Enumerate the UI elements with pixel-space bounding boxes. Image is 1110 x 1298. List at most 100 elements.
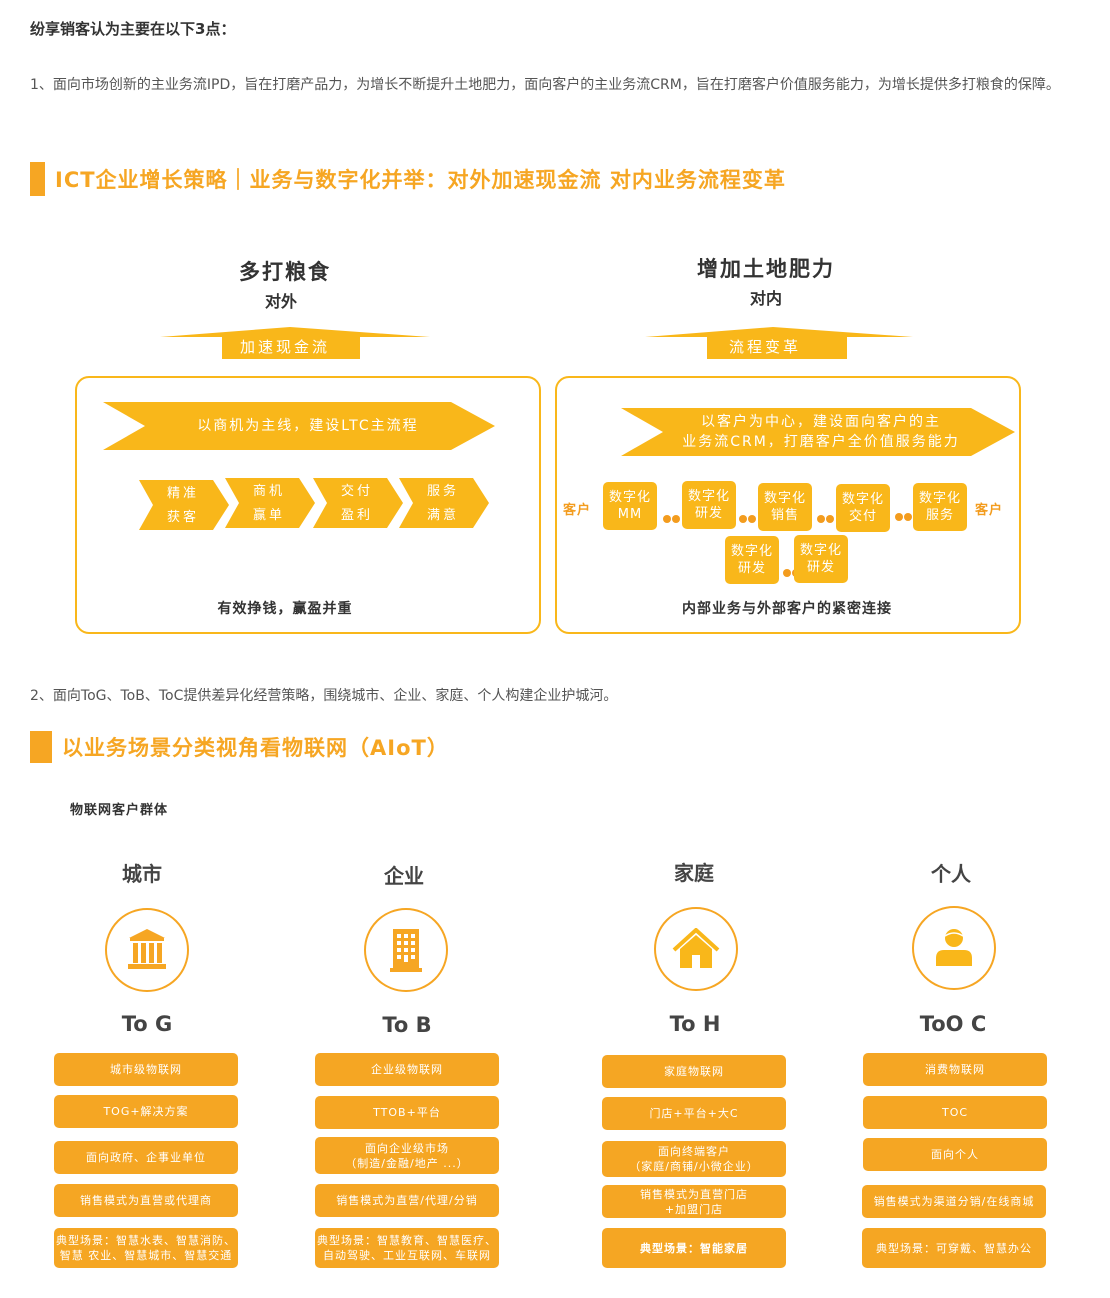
group-code-tob: To B xyxy=(382,1013,432,1037)
section-2-title: 以业务场景分类视角看物联网（AIoT） xyxy=(30,731,449,763)
info-box-line: 门店+平台+大C xyxy=(649,1107,739,1120)
box-line-2: 交付 xyxy=(848,509,877,524)
group-icon-circle xyxy=(364,908,448,992)
iot-customer-groups-label: 物联网客户群体 xyxy=(70,803,169,818)
step-chevron: 服务 满意 xyxy=(399,478,489,528)
info-box-line: 面向终端客户 xyxy=(658,1145,730,1158)
digital-box: 数字化 交付 xyxy=(836,484,890,532)
left-heading-sub: 对外 xyxy=(264,292,297,311)
info-box-line: 销售模式为直营或代理商 xyxy=(80,1194,212,1207)
section-1-title: ICT企业增长策略｜业务与数字化并举：对外加速现金流 对内业务流程变革 xyxy=(30,162,786,196)
ltc-panel: 以商机为主线，建设LTC主流程 精准 获客 商机 赢单 交付 盈利 服务 满意 有效挣钱… xyxy=(75,376,541,634)
connector-dots xyxy=(663,508,683,523)
info-box-line: 企业级物联网 xyxy=(371,1063,443,1076)
left-heading: 多打粮食 对外 xyxy=(185,256,385,312)
info-box-line: 家庭物联网 xyxy=(664,1065,724,1078)
info-box-line: 城市级物联网 xyxy=(110,1063,182,1076)
info-box: 企业级物联网 xyxy=(315,1053,499,1086)
government-building-icon xyxy=(128,929,166,969)
section-2-title-text: 以业务场景分类视角看物联网（AIoT） xyxy=(62,736,449,760)
step-line-1: 精准 xyxy=(166,486,199,501)
box-line-1: 数字化 xyxy=(918,491,961,506)
box-line-1: 数字化 xyxy=(841,492,884,507)
info-box-line: 销售模式为直营门店 xyxy=(640,1187,748,1201)
info-box: 销售模式为直营门店 +加盟门店 xyxy=(602,1185,786,1218)
group-icon-circle xyxy=(105,908,189,992)
info-box-line: TTOB+平台 xyxy=(373,1106,441,1119)
box-line-2: 销售 xyxy=(770,508,799,523)
info-box-line: 典型场景：智慧水表、智慧消防、 xyxy=(56,1234,236,1247)
info-box-line: 典型场景：智慧教育、智慧医疗、 xyxy=(317,1234,497,1247)
info-box: 典型场景：可穿戴、智慧办公 xyxy=(862,1228,1046,1268)
section-1-title-text: ICT企业增长策略｜业务与数字化并举：对外加速现金流 对内业务流程变革 xyxy=(55,168,786,192)
step-chevron: 交付 盈利 xyxy=(313,478,403,528)
info-box: TTOB+平台 xyxy=(315,1096,499,1129)
digital-box: 数字化 MM xyxy=(603,482,657,530)
home-icon xyxy=(672,928,720,968)
group-code-tog: To G xyxy=(121,1012,173,1036)
chevron-line-1: 以客户为中心，建设面向客户的主 xyxy=(701,414,941,430)
group-icon-circle xyxy=(912,906,996,990)
step-line-1: 商机 xyxy=(252,484,285,499)
info-box: 面向终端客户 （家庭/商铺/小微企业） xyxy=(602,1141,786,1177)
box-line-1: 数字化 xyxy=(799,543,842,558)
info-box-line: 面向政府、企事业单位 xyxy=(86,1151,206,1164)
left-heading-title: 多打粮食 xyxy=(239,260,331,284)
box-line-1: 数字化 xyxy=(608,490,651,505)
point-1-paragraph: 1、面向市场创新的主业务流IPD，旨在打磨产品力，为增长不断提升土地肥力，面向客… xyxy=(30,77,1060,93)
step-line-1: 服务 xyxy=(426,484,459,499)
group-code-toh: To H xyxy=(669,1012,721,1036)
step-line-1: 交付 xyxy=(340,484,373,499)
info-box: 消费物联网 xyxy=(863,1053,1047,1086)
info-box: 面向企业级市场 （制造/金融/地产 ...） xyxy=(315,1137,499,1174)
process-reform-arrow: 流程变革 xyxy=(645,325,913,361)
step-line-2: 满意 xyxy=(426,508,459,523)
info-box-line: +加盟门店 xyxy=(664,1202,724,1216)
office-building-icon xyxy=(390,929,422,972)
info-box-line: 销售模式为渠道分销/在线商城 xyxy=(873,1195,1035,1208)
info-box-line: 典型场景：智能家居 xyxy=(640,1241,748,1255)
digital-box: 数字化 销售 xyxy=(758,483,812,531)
box-line-1: 数字化 xyxy=(687,489,730,504)
connector-dots xyxy=(817,508,837,523)
box-line-1: 数字化 xyxy=(763,491,806,506)
arrow-label: 加速现金流 xyxy=(239,338,330,356)
info-box: 典型场景：智慧水表、智慧消防、 智慧 农业、智慧城市、智慧交通 xyxy=(54,1228,238,1268)
accelerate-cashflow-arrow: 加速现金流 xyxy=(160,325,430,361)
info-box: 门店+平台+大C xyxy=(602,1097,786,1130)
info-box: 面向政府、企事业单位 xyxy=(54,1141,238,1174)
box-line-2: 研发 xyxy=(737,561,766,576)
info-box: TOC xyxy=(863,1096,1047,1129)
group-title-city: 城市 xyxy=(122,862,162,886)
ltc-chevron: 以商机为主线，建设LTC主流程 xyxy=(103,402,495,450)
chevron-line-2: 业务流CRM，打磨客户全价值服务能力 xyxy=(682,434,960,450)
title-accent-bar xyxy=(30,162,45,196)
group-title-enterprise: 企业 xyxy=(384,864,424,888)
crm-panel: 以客户为中心，建设面向客户的主 业务流CRM，打磨客户全价值服务能力 客户 数字… xyxy=(555,376,1021,634)
right-heading: 增加土地肥力 对内 xyxy=(666,253,866,309)
title-accent-bar xyxy=(30,731,52,763)
connector-dots xyxy=(739,508,759,523)
group-code-toc: ToO C xyxy=(919,1012,987,1036)
box-line-1: 数字化 xyxy=(730,544,773,559)
box-line-2: 服务 xyxy=(925,508,954,523)
info-box-line: 智慧 农业、智慧城市、智慧交通 xyxy=(59,1249,233,1262)
info-box: 面向个人 xyxy=(863,1138,1047,1171)
digital-box: 数字化 研发 xyxy=(682,481,736,529)
info-box: 典型场景：智慧教育、智慧医疗、 自动驾驶、工业互联网、车联网 xyxy=(315,1228,499,1268)
step-chevron: 精准 获客 xyxy=(139,480,229,530)
box-line-2: 研发 xyxy=(806,560,835,575)
info-box-line: 自动驾驶、工业互联网、车联网 xyxy=(323,1249,491,1262)
point-2-paragraph: 2、面向ToG、ToB、ToC提供差异化经营策略，围绕城市、企业、家庭、个人构建… xyxy=(30,688,618,704)
info-box-line: 典型场景：可穿戴、智慧办公 xyxy=(876,1241,1032,1255)
connector-dots xyxy=(895,506,915,521)
info-box-line: 消费物联网 xyxy=(925,1063,985,1076)
crm-chevron: 以客户为中心，建设面向客户的主 业务流CRM，打磨客户全价值服务能力 xyxy=(621,408,1015,456)
box-line-2: 研发 xyxy=(694,506,723,521)
info-box: 家庭物联网 xyxy=(602,1055,786,1088)
customer-label-right: 客户 xyxy=(975,503,1004,518)
customer-label-left: 客户 xyxy=(563,503,592,518)
digital-box: 数字化 研发 xyxy=(725,536,779,584)
info-box-line: 面向个人 xyxy=(931,1148,979,1161)
info-box: 销售模式为渠道分销/在线商城 xyxy=(862,1185,1046,1218)
